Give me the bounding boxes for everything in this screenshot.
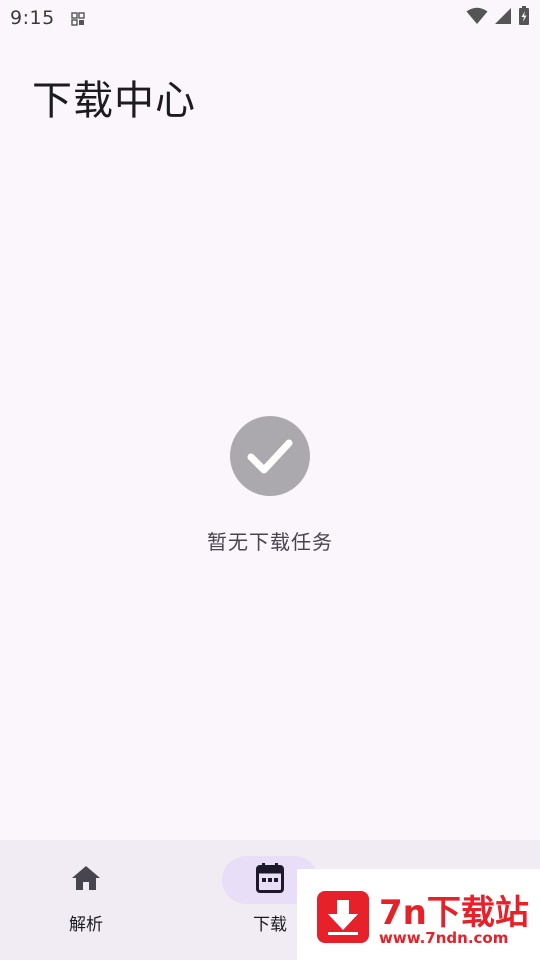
notification-grid-icon: [71, 11, 85, 26]
check-circle-icon: [230, 416, 310, 496]
cell-signal-icon: [494, 7, 512, 29]
page-title: 下载中心: [32, 78, 196, 124]
watermark-banner: 7n下载站 www.7ndn.com: [297, 869, 540, 960]
nav-label-parse: 解析: [69, 915, 103, 935]
status-icons: [466, 6, 530, 30]
wifi-icon: [466, 7, 488, 29]
calendar-icon: [256, 863, 284, 897]
empty-state: 暂无下载任务: [0, 416, 540, 555]
nav-item-parse[interactable]: 解析: [26, 856, 146, 935]
empty-message: 暂无下载任务: [207, 530, 333, 554]
nav-label-download: 下载: [253, 915, 287, 935]
status-time: 9:15: [10, 7, 55, 29]
battery-icon: [518, 6, 530, 30]
watermark-url: www.7ndn.com: [379, 929, 509, 947]
home-icon: [71, 864, 101, 896]
watermark-title: 7n下载站: [379, 893, 529, 933]
download-arrow-logo-icon: [317, 891, 369, 943]
nav-icon-container: [38, 856, 134, 904]
status-bar: 9:15: [0, 0, 540, 36]
